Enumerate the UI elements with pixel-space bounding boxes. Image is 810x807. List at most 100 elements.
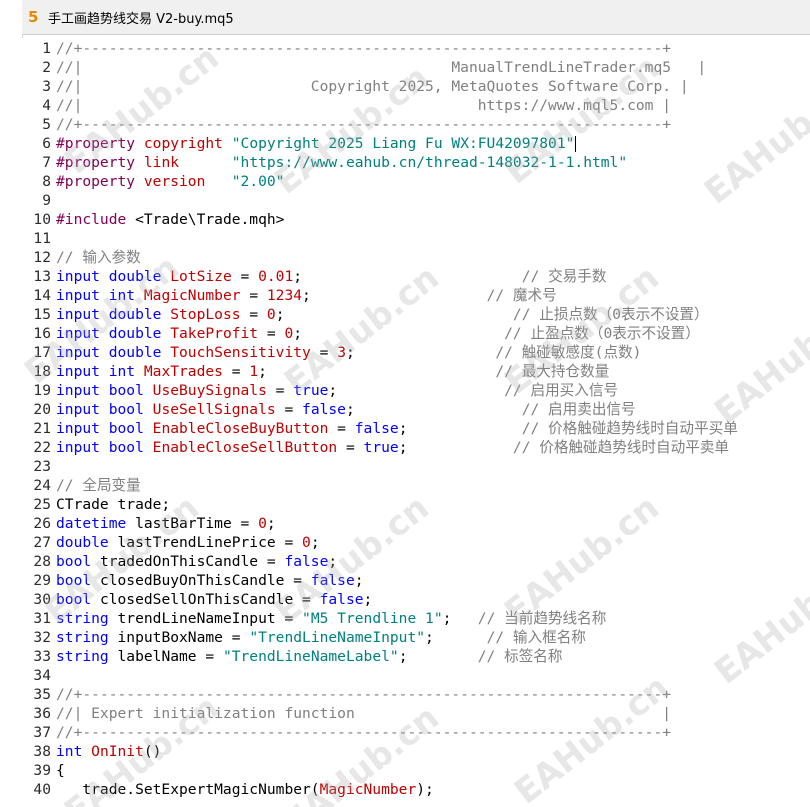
code-token: // 价格触碰趋势线时自动平买单 (521, 420, 738, 437)
line-number: 5 (42, 116, 51, 133)
line-number: 32 (33, 629, 51, 646)
code-token: //+-------------------------------------… (56, 40, 672, 57)
line-number: 27 (33, 534, 51, 551)
left-panel-edge (0, 0, 23, 807)
line-number: 29 (33, 572, 51, 589)
code-token: { (56, 762, 65, 779)
code-token: ; (310, 534, 320, 551)
line-number: 1 (42, 40, 51, 57)
code-token: ; (398, 420, 522, 437)
code-token: OnInit (91, 743, 144, 760)
code-token: input bool (56, 420, 153, 437)
code-token: ; (293, 325, 505, 342)
code-token: = (231, 268, 259, 285)
code-token: 0 (258, 515, 267, 532)
code-token: string (56, 610, 118, 627)
code-token: // 魔术号 (486, 287, 557, 304)
code-token: 1234 (266, 287, 303, 304)
code-token: input double (56, 306, 171, 323)
code-text: double lastTrendLinePrice = 0; (56, 533, 320, 552)
code-token: bool (56, 591, 100, 608)
code-token: ; (398, 648, 478, 665)
code-token: string (56, 629, 118, 646)
code-token: ; (266, 515, 276, 532)
tab-title: 手工画趋势线交易 V2-buy.mq5 (48, 11, 234, 27)
code-token: = (258, 325, 285, 342)
code-token: = (222, 363, 250, 380)
code-token: datetime (56, 515, 136, 532)
code-token: double (56, 534, 118, 551)
code-text: //| https://www.mql5.com | (56, 96, 671, 115)
line-number: 20 (33, 401, 51, 418)
code-editor[interactable]: 1 //+------------------------------------… (22, 38, 810, 807)
code-token: ); (416, 781, 434, 798)
line-number: 8 (42, 173, 51, 190)
code-text: #property link "https://www.eahub.cn/thr… (56, 153, 627, 172)
line-number: 6 (42, 135, 51, 152)
code-text: // 全局变量 (56, 476, 141, 495)
code-token: // 最大持仓数量 (495, 363, 610, 380)
code-token: tradedOnThisCandle = (99, 553, 285, 570)
line-number: 31 (33, 610, 51, 627)
code-token: // 全局变量 (56, 477, 141, 494)
code-token: #include (56, 211, 136, 228)
code-text: // 输入参数 (56, 248, 141, 267)
code-token: true (363, 439, 399, 456)
code-text: int OnInit() (56, 742, 161, 761)
code-token: UseBuySignals (152, 382, 267, 399)
code-token: false (302, 401, 346, 418)
line-number: 34 (33, 667, 51, 684)
code-token: UseSellSignals (152, 401, 276, 418)
code-token: false (284, 553, 329, 570)
code-token: 3 (337, 344, 346, 361)
line-number: 3 (42, 78, 51, 95)
code-token: #property (56, 154, 144, 171)
code-token: // 止损点数（0表示不设置） (512, 306, 709, 323)
code-token: lastBarTime = (135, 515, 259, 532)
code-token: //| Copyright 2025, MetaQuotes Software … (56, 78, 689, 95)
code-token: = (275, 401, 303, 418)
code-token: MaxTrades (143, 363, 223, 380)
code-token: false (310, 572, 355, 589)
code-token: "Copyright 2025 Liang Fu WX:FU42097801" (231, 135, 575, 152)
code-token: CTrade trade; (56, 496, 171, 513)
code-token: // 启用买入信号 (504, 382, 619, 399)
code-text: #property version "2.00" (56, 172, 284, 191)
code-token: // 价格触碰趋势线时自动平卖单 (512, 439, 730, 456)
editor-tab[interactable]: 5 手工画趋势线交易 V2-buy.mq5 (22, 0, 810, 35)
line-number: 4 (42, 97, 51, 114)
code-token: version (143, 173, 206, 190)
code-token: 0 (284, 325, 294, 342)
code-token: = (240, 287, 267, 304)
line-number: 7 (42, 154, 51, 171)
code-token: //| https://www.mql5.com | (56, 97, 672, 114)
code-text: //+-------------------------------------… (56, 723, 671, 742)
code-token: TakeProfit (170, 325, 259, 342)
code-text: //| ManualTrendLineTrader.mq5 | (56, 58, 706, 77)
code-text: bool closedSellOnThisCandle = false; (56, 590, 372, 609)
code-token: ; (328, 382, 505, 399)
code-text: #property copyright "Copyright 2025 Lian… (56, 134, 577, 153)
code-token: ; (425, 629, 487, 646)
code-token: ; (363, 591, 373, 608)
code-text: input bool EnableCloseSellButton = true;… (56, 438, 729, 457)
code-token: "TrendLineNameLabel" (222, 648, 399, 665)
code-token: ; (293, 268, 522, 285)
code-token: input int (56, 363, 144, 380)
line-number: 16 (33, 325, 51, 342)
line-number: 14 (33, 287, 51, 304)
code-token: <Trade\Trade.mqh> (135, 211, 285, 228)
code-token: closedBuyOnThisCandle = (99, 572, 311, 589)
code-token: () (143, 743, 162, 760)
code-token: false (319, 591, 364, 608)
code-token: = (328, 420, 355, 437)
line-number: 38 (33, 743, 51, 760)
code-text: string trendLineNameInput = "M5 Trendlin… (56, 609, 606, 628)
code-token: inputBoxName = (117, 629, 250, 646)
code-token: int (56, 743, 92, 760)
code-token: ; (328, 553, 338, 570)
code-text: bool closedBuyOnThisCandle = false; (56, 571, 364, 590)
code-token: 0.01 (258, 268, 294, 285)
